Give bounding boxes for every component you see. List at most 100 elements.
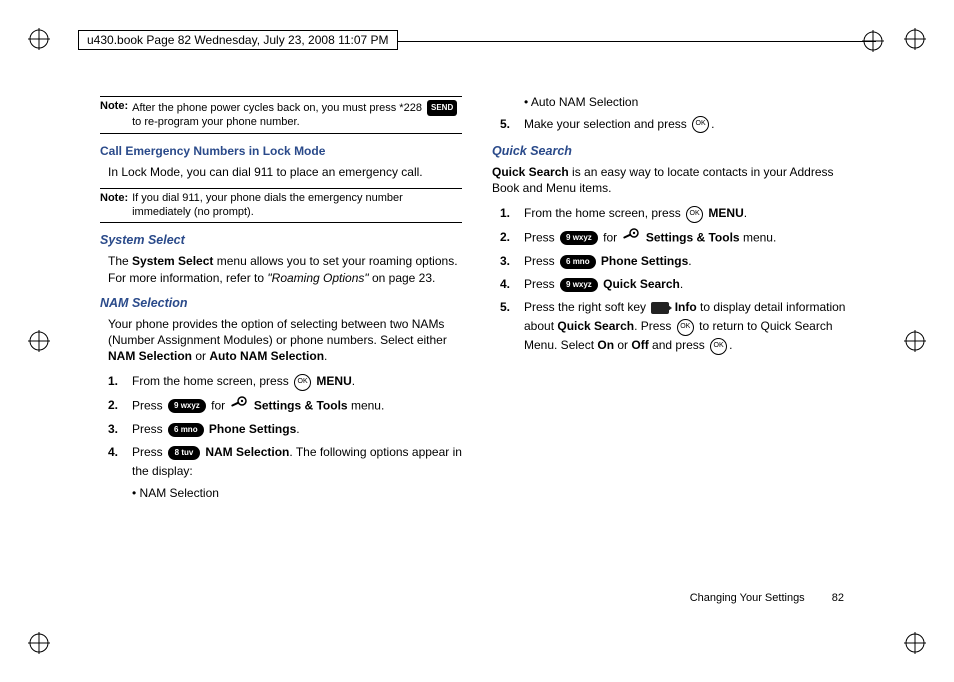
footer-page-number: 82: [832, 592, 844, 604]
text: Press: [132, 398, 166, 412]
step-body: From the home screen, press OK MENU.: [524, 204, 854, 223]
note-label: Note:: [100, 100, 132, 130]
step-number: 2.: [108, 396, 132, 415]
key-8-icon: 8 tuv: [168, 446, 200, 460]
bold-text: Settings & Tools: [250, 398, 347, 412]
step-body: Make your selection and press OK.: [524, 115, 854, 134]
step-item: 1. From the home screen, press OK MENU.: [108, 372, 462, 391]
right-soft-key-icon: [651, 302, 669, 314]
page-header-box: u430.book Page 82 Wednesday, July 23, 20…: [78, 30, 398, 50]
bold-text: MENU: [705, 206, 744, 220]
key-6-icon: 6 mno: [560, 255, 596, 269]
text: on page 23.: [369, 271, 436, 285]
step-item: 4. Press 8 tuv NAM Selection. The follow…: [108, 443, 462, 481]
step-body: Press 6 mno Phone Settings.: [524, 252, 854, 271]
text: The: [108, 254, 132, 268]
bold-text: Auto NAM Selection: [209, 349, 324, 363]
note-text: After the phone power cycles back on, yo…: [132, 102, 425, 114]
paragraph: Your phone provides the option of select…: [108, 316, 462, 365]
text: or: [192, 349, 209, 363]
bold-text: NAM Selection: [202, 445, 289, 459]
note-body: If you dial 911, your phone dials the em…: [132, 192, 462, 220]
key-9-icon: 9 wxyz: [560, 278, 598, 292]
step-body: Press 9 wxyz for Settings & Tools menu.: [132, 396, 462, 416]
text: Press: [132, 445, 166, 459]
text: .: [352, 374, 355, 388]
text: or: [614, 338, 631, 352]
step-item: 2. Press 9 wxyz for Settings & Tools men…: [500, 228, 854, 248]
heading-quick-search: Quick Search: [492, 144, 854, 158]
text: .: [688, 254, 691, 268]
send-key-icon: SEND: [427, 100, 457, 116]
text: menu.: [348, 398, 385, 412]
bold-text: Settings & Tools: [642, 230, 739, 244]
steps-list: 1. From the home screen, press OK MENU . …: [492, 204, 854, 355]
column-left: Note: After the phone power cycles back …: [100, 90, 462, 612]
paragraph: In Lock Mode, you can dial 911 to place …: [108, 164, 462, 180]
text: for: [208, 398, 229, 412]
bullet-item: NAM Selection: [100, 485, 462, 502]
text: .: [296, 422, 299, 436]
step-number: 1.: [500, 204, 524, 223]
reg-mark-icon: [904, 632, 926, 654]
text: Your phone provides the option of select…: [108, 317, 447, 347]
step-item: 3. Press 6 mno Phone Settings.: [500, 252, 854, 271]
key-9-icon: 9 wxyz: [168, 399, 206, 413]
step-item: 1. From the home screen, press OK MENU.: [500, 204, 854, 223]
bold-text: System Select: [132, 254, 213, 268]
text: .: [744, 206, 747, 220]
bold-text: On: [597, 338, 614, 352]
bold-text: Phone Settings: [206, 422, 297, 436]
text: From the home screen, press: [132, 374, 292, 388]
text: From the home screen, press: [524, 206, 684, 220]
step-body: Press 9 wxyz for Settings & Tools menu.: [524, 228, 854, 248]
step-number: 4.: [500, 275, 524, 294]
step-item: 4. Press 9 wxyz Quick Search.: [500, 275, 854, 294]
page-header-text: u430.book Page 82 Wednesday, July 23, 20…: [87, 33, 389, 47]
italic-text: "Roaming Options": [267, 271, 368, 285]
bold-text: NAM Selection: [108, 349, 192, 363]
text: .: [680, 277, 683, 291]
note-text: to re-program your phone number.: [132, 116, 300, 128]
reg-mark-icon: [904, 330, 926, 352]
note-block: Note: After the phone power cycles back …: [100, 96, 462, 134]
paragraph: Quick Search is an easy way to locate co…: [492, 164, 854, 196]
note-label: Note:: [100, 192, 132, 220]
ok-key-icon: OK: [294, 374, 311, 391]
step-item: 5. Press the right soft key Info to disp…: [500, 298, 854, 356]
step-number: 1.: [108, 372, 132, 391]
note-body: After the phone power cycles back on, yo…: [132, 100, 462, 130]
note-block: Note: If you dial 911, your phone dials …: [100, 188, 462, 224]
step-number: 2.: [500, 228, 524, 247]
ok-key-icon: OK: [677, 319, 694, 336]
step-body: From the home screen, press OK MENU.: [132, 372, 462, 391]
text: . Press: [634, 319, 675, 333]
column-right: Auto NAM Selection 5. Make your selectio…: [492, 90, 854, 612]
step-item: 2. Press 9 wxyz for Settings & Tools men…: [108, 396, 462, 416]
step-body: Press 6 mno Phone Settings.: [132, 420, 462, 439]
ok-key-icon: OK: [710, 338, 727, 355]
text: Press the right soft key: [524, 300, 649, 314]
bold-text: Quick Search: [600, 277, 680, 291]
bold-text: Phone Settings: [598, 254, 689, 268]
footer-section: Changing Your Settings: [690, 592, 805, 604]
reg-mark-icon: [28, 330, 50, 352]
text: Press: [524, 277, 558, 291]
text: .: [324, 349, 327, 363]
heading-nam-selection: NAM Selection: [100, 296, 462, 310]
text: Make your selection and press: [524, 117, 690, 131]
text: Press: [524, 230, 558, 244]
ok-key-icon: OK: [692, 116, 709, 133]
key-6-icon: 6 mno: [168, 423, 204, 437]
text: .: [729, 338, 732, 352]
step-number: 3.: [500, 252, 524, 271]
bold-text: Quick Search: [557, 319, 634, 333]
bold-text: Info: [671, 300, 696, 314]
step-number: 5.: [500, 115, 524, 134]
paragraph: The System Select menu allows you to set…: [108, 253, 462, 285]
gear-wrench-icon: [230, 396, 248, 416]
steps-list: 1. From the home screen, press OK MENU. …: [100, 372, 462, 481]
reg-mark-icon: [28, 632, 50, 654]
key-9-icon: 9 wxyz: [560, 231, 598, 245]
gear-wrench-icon: [622, 228, 640, 248]
